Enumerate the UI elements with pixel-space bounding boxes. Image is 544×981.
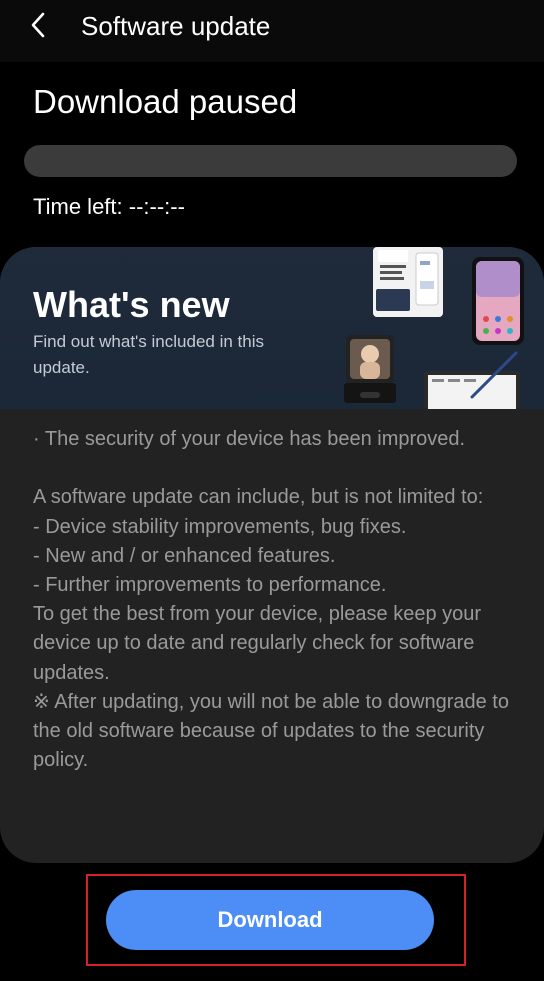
time-left-label: Time left: --:--:-- bbox=[33, 194, 185, 219]
device-collage-image bbox=[344, 247, 524, 409]
download-button[interactable]: Download bbox=[106, 890, 434, 950]
whats-new-title: What's new bbox=[33, 284, 230, 325]
page-title: Software update bbox=[81, 11, 271, 41]
chevron-left-icon bbox=[31, 12, 45, 38]
update-details-text: · The security of your device has been i… bbox=[33, 428, 509, 772]
whats-new-card: What's new Find out what's included in t… bbox=[0, 247, 544, 863]
back-button[interactable] bbox=[26, 10, 52, 40]
download-progress-bar bbox=[24, 145, 517, 177]
app-bar: Software update bbox=[0, 0, 544, 62]
whats-new-subtitle: Find out what's included in this update. bbox=[33, 332, 264, 377]
whats-new-banner: What's new Find out what's included in t… bbox=[0, 247, 544, 409]
download-status-title: Download paused bbox=[33, 83, 298, 120]
